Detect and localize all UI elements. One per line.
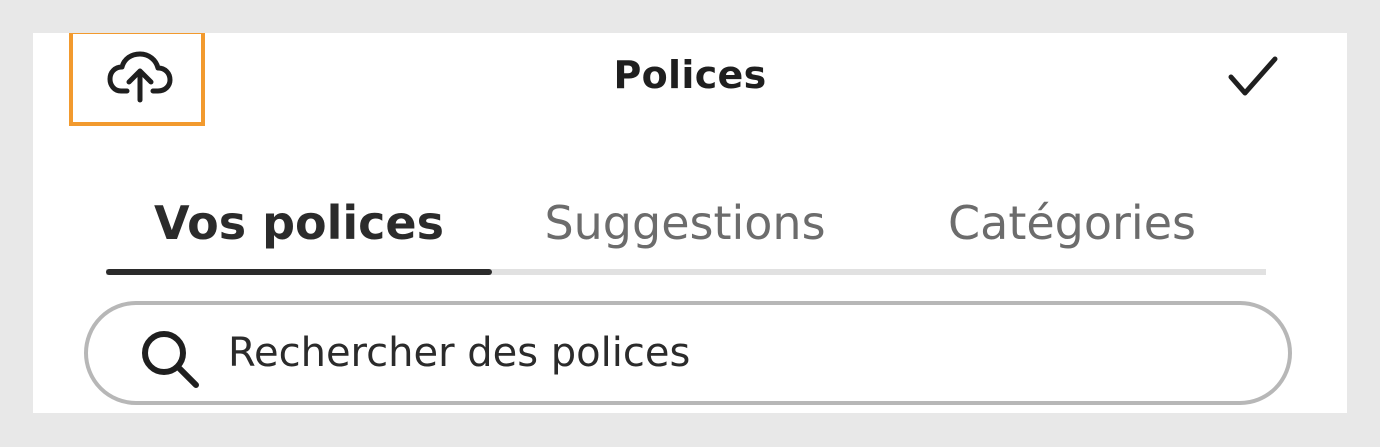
tab-suggestions[interactable]: Suggestions [492, 183, 878, 263]
search-field[interactable] [84, 301, 1292, 405]
confirm-button[interactable] [1221, 47, 1285, 107]
search-input[interactable] [228, 323, 1228, 383]
active-tab-indicator [106, 269, 492, 275]
font-tabs: Vos polices Suggestions Catégories [106, 183, 1266, 275]
tab-vos-polices[interactable]: Vos polices [106, 183, 492, 263]
tab-categories[interactable]: Catégories [878, 183, 1266, 263]
search-icon [142, 331, 199, 388]
fonts-panel: Polices Vos polices Suggestions Catégori… [33, 33, 1347, 413]
checkmark-icon [1228, 56, 1278, 96]
page-title: Polices [613, 53, 767, 97]
tab-track [106, 269, 1266, 275]
